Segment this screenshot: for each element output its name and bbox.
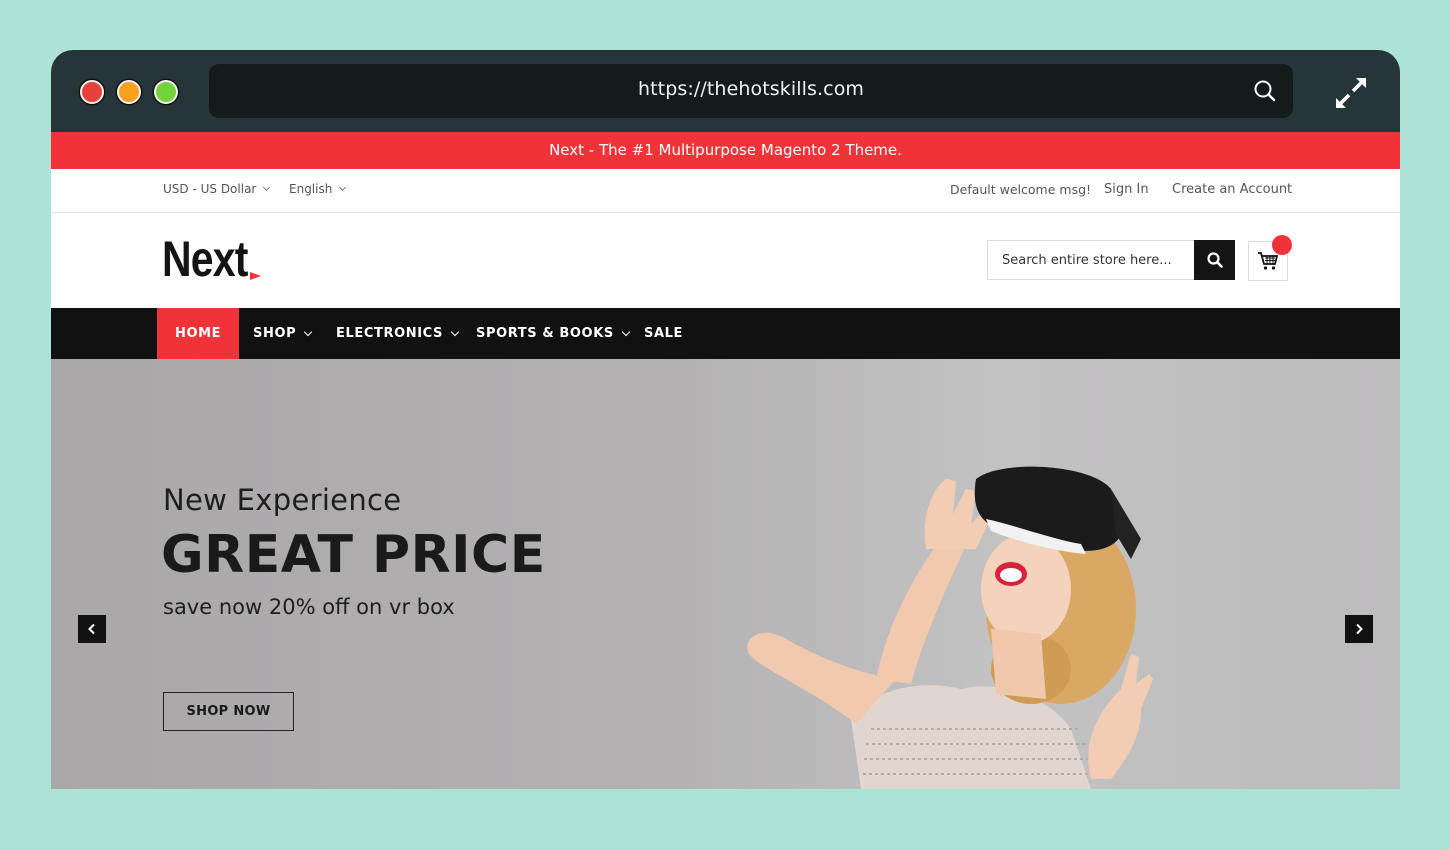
shop-now-button[interactable]: SHOP NOW — [163, 692, 294, 731]
chevron-down-icon — [450, 327, 460, 336]
nav-label: SALE — [644, 326, 683, 341]
currency-label: USD - US Dollar — [163, 182, 257, 196]
utility-bar: USD - US Dollar English Default welcome … — [51, 169, 1400, 213]
search-icon[interactable] — [1253, 79, 1277, 103]
hero-headline: GREAT PRICE — [161, 525, 546, 585]
nav-item-home[interactable]: HOME — [157, 308, 240, 359]
close-window-button[interactable] — [80, 80, 104, 104]
hero-tagline: save now 20% off on vr box — [163, 595, 455, 619]
chevron-right-icon — [1356, 623, 1363, 635]
nav-item-shop[interactable]: SHOP — [253, 308, 313, 359]
search-button[interactable] — [1194, 240, 1235, 280]
cart-icon — [1258, 252, 1279, 270]
nav-item-sports-books[interactable]: SPORTS & BOOKS — [476, 308, 631, 359]
slider-next-button[interactable] — [1345, 615, 1373, 643]
maximize-window-button[interactable] — [154, 80, 178, 104]
promo-banner: Next - The #1 Multipurpose Magento 2 The… — [51, 132, 1400, 169]
sign-in-link[interactable]: Sign In — [1104, 182, 1149, 197]
chevron-left-icon — [88, 623, 95, 635]
expand-icon[interactable] — [1334, 76, 1368, 110]
slider-prev-button[interactable] — [78, 615, 106, 643]
nav-label: ELECTRONICS — [336, 326, 443, 341]
site-header: Next — [51, 213, 1400, 308]
nav-item-sale[interactable]: SALE — [644, 308, 683, 359]
language-switcher[interactable]: English — [289, 182, 347, 196]
search-field[interactable] — [987, 240, 1195, 280]
hero-slider: New Experience GREAT PRICE save now 20% … — [51, 359, 1400, 789]
chevron-down-icon — [263, 183, 271, 192]
chevron-down-icon — [621, 327, 631, 336]
nav-label: SPORTS & BOOKS — [476, 326, 614, 341]
create-account-link[interactable]: Create an Account — [1172, 182, 1292, 197]
language-label: English — [289, 182, 333, 196]
currency-switcher[interactable]: USD - US Dollar — [163, 182, 271, 196]
site-logo[interactable]: Next — [162, 230, 248, 288]
nav-label: HOME — [175, 326, 222, 341]
search-icon — [1206, 252, 1223, 268]
hero-subtitle: New Experience — [163, 483, 402, 517]
nav-label: SHOP — [253, 326, 297, 341]
welcome-message: Default welcome msg! — [950, 182, 1092, 197]
search-input[interactable] — [988, 241, 1194, 279]
nav-item-electronics[interactable]: ELECTRONICS — [336, 308, 460, 359]
url-text[interactable]: https://thehotskills.com — [209, 78, 1293, 100]
browser-window: https://thehotskills.com Next - The #1 M… — [51, 50, 1400, 789]
chevron-down-icon — [339, 183, 347, 192]
browser-chrome: https://thehotskills.com — [51, 50, 1400, 132]
address-bar[interactable]: https://thehotskills.com — [209, 64, 1293, 118]
logo-arrow-icon — [250, 272, 261, 280]
cart-count-badge — [1272, 235, 1292, 255]
chevron-down-icon — [303, 327, 313, 336]
main-nav: HOME SHOP ELECTRONICS SPORTS & BOOKS SAL… — [51, 308, 1400, 359]
minimize-window-button[interactable] — [117, 80, 141, 104]
hero-image — [747, 466, 1153, 789]
